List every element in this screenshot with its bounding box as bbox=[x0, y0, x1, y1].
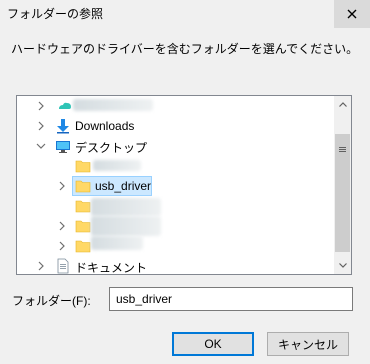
chevron-down-icon[interactable] bbox=[36, 141, 46, 151]
folder-icon bbox=[75, 218, 91, 234]
tree-item[interactable] bbox=[17, 216, 333, 236]
scroll-down-button[interactable] bbox=[334, 257, 351, 274]
tree-item[interactable]: Downloads bbox=[17, 116, 333, 136]
chevron-right-icon[interactable] bbox=[57, 221, 67, 231]
redacted-label bbox=[93, 160, 141, 171]
tree-item[interactable]: デスクトップ bbox=[17, 136, 333, 156]
folder-icon bbox=[75, 178, 91, 194]
tree-item-label: デスクトップ bbox=[75, 141, 148, 155]
vertical-scrollbar[interactable] bbox=[334, 96, 351, 274]
grip-line bbox=[339, 151, 346, 152]
scroll-thumb[interactable] bbox=[335, 134, 350, 252]
close-button[interactable] bbox=[334, 0, 370, 28]
browse-folder-dialog: フォルダーの参照 ハードウェアのドライバーを含むフォルダーを選んでください。 D… bbox=[0, 0, 370, 364]
tree-item-label: usb_driver bbox=[95, 179, 152, 193]
folder-tree[interactable]: Downloads デスクトップ usb_driver ドキュメント bbox=[16, 95, 352, 275]
tree-item[interactable] bbox=[17, 196, 333, 216]
scroll-up-button[interactable] bbox=[334, 96, 351, 113]
chevron-right-icon[interactable] bbox=[36, 101, 46, 111]
tree-item[interactable]: ドキュメント bbox=[17, 256, 333, 275]
tree-item[interactable] bbox=[17, 96, 333, 116]
chevron-down-icon bbox=[338, 263, 347, 268]
redacted-label bbox=[91, 216, 161, 236]
chevron-right-icon[interactable] bbox=[57, 241, 67, 251]
chevron-up-icon bbox=[338, 102, 347, 107]
tree-item-usb-driver[interactable]: usb_driver bbox=[17, 176, 333, 196]
chevron-right-icon[interactable] bbox=[36, 261, 46, 271]
close-icon bbox=[347, 9, 357, 19]
redacted-label bbox=[73, 99, 153, 111]
desktop-icon bbox=[55, 138, 71, 154]
tree-item[interactable] bbox=[17, 236, 333, 256]
redacted-label bbox=[91, 198, 161, 216]
ok-button[interactable]: OK bbox=[172, 332, 254, 356]
dialog-title: フォルダーの参照 bbox=[7, 7, 104, 21]
tree-item[interactable] bbox=[17, 156, 333, 176]
title-bar[interactable]: フォルダーの参照 bbox=[0, 0, 370, 28]
chevron-right-icon[interactable] bbox=[36, 121, 46, 131]
tree-item-label: ドキュメント bbox=[75, 261, 148, 275]
folder-field-label: フォルダー(F): bbox=[12, 294, 91, 308]
instruction-text: ハードウェアのドライバーを含むフォルダーを選んでください。 bbox=[11, 42, 359, 56]
chevron-right-icon[interactable] bbox=[57, 181, 67, 191]
download-arrow-icon bbox=[55, 118, 71, 134]
grip-line bbox=[339, 149, 346, 150]
document-icon bbox=[55, 258, 71, 274]
folder-icon bbox=[75, 198, 91, 214]
folder-icon bbox=[75, 158, 91, 174]
tree-item-label: Downloads bbox=[75, 119, 135, 133]
folder-path-input[interactable]: usb_driver bbox=[109, 287, 353, 311]
cancel-button[interactable]: キャンセル bbox=[267, 332, 349, 356]
grip-line bbox=[339, 147, 346, 148]
redacted-label bbox=[91, 236, 143, 250]
cloud-icon bbox=[57, 97, 73, 113]
folder-icon bbox=[75, 238, 91, 254]
